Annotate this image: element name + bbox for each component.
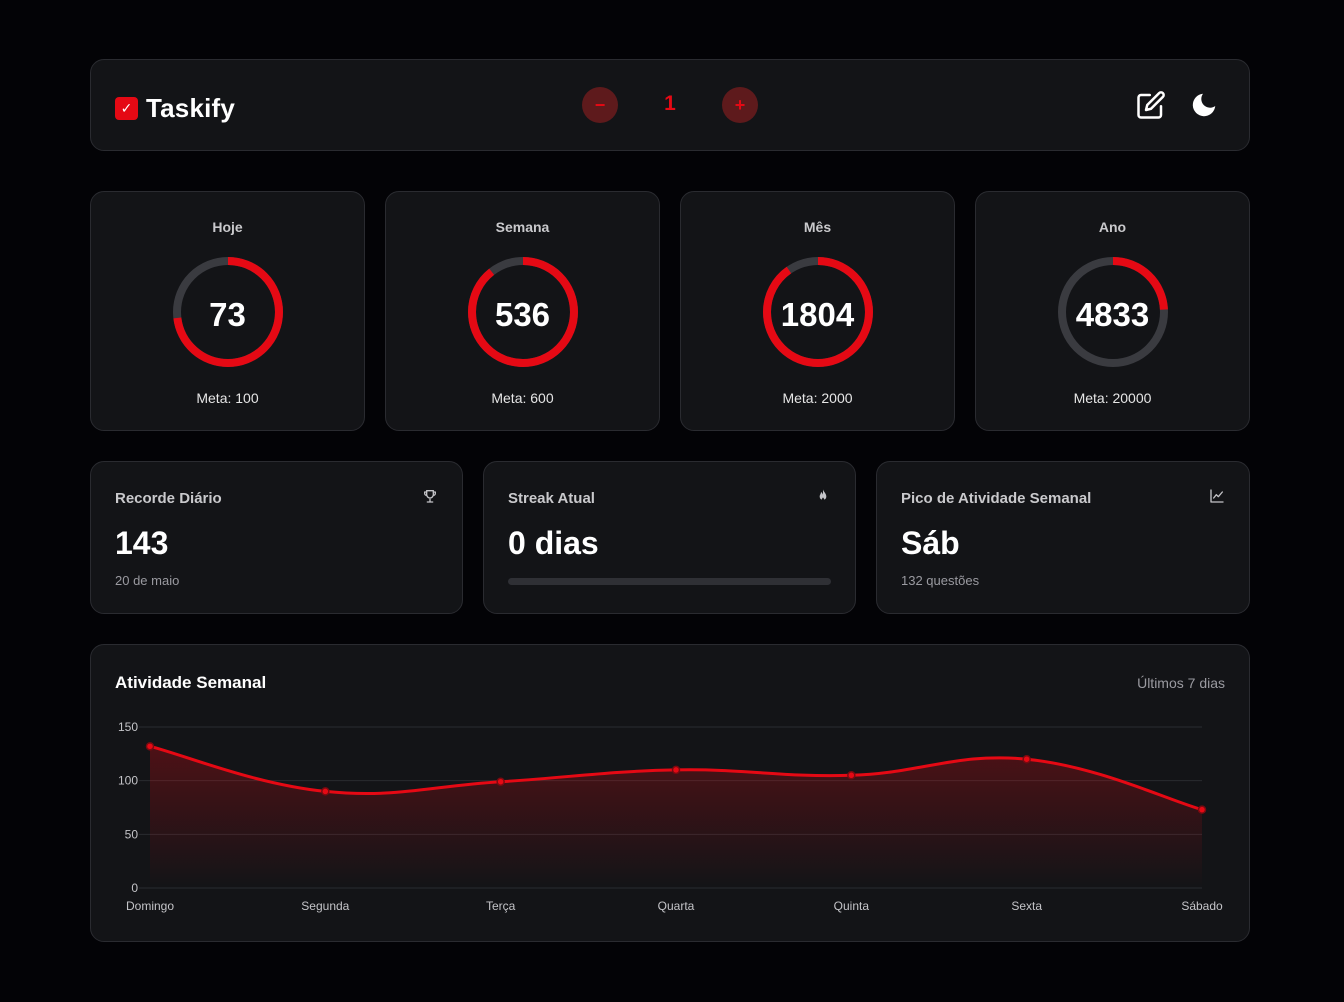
x-tick-label: Quarta (658, 899, 695, 913)
increment-button[interactable]: + (722, 87, 758, 123)
brand: ✓ Taskify (115, 93, 235, 124)
peak-value: Sáb (901, 525, 960, 561)
counter-value: 1 (664, 92, 676, 115)
goal-value: 73 (209, 296, 246, 333)
data-point (847, 771, 856, 780)
header-bar: ✓ Taskify − 1 + (90, 59, 1250, 151)
goal-card-semana: Semana 536 Meta: 600 (385, 191, 660, 431)
goal-meta: Meta: 20000 (1073, 390, 1152, 406)
data-point (145, 742, 155, 751)
goal-value: 4833 (1075, 296, 1150, 333)
trending-up-icon (1209, 488, 1225, 504)
goal-card-ano: Ano 4833 Meta: 20000 (975, 191, 1250, 431)
streak-label: Streak Atual (508, 490, 595, 507)
goal-label: Semana (495, 219, 550, 235)
y-tick-label: 150 (118, 720, 138, 734)
goal-card-hoje: Hoje 73 Meta: 100 (90, 191, 365, 431)
y-tick-label: 0 (131, 881, 138, 895)
data-point (671, 765, 681, 775)
goal-value: 1804 (780, 296, 855, 333)
streak-progress-bar (508, 578, 831, 585)
weekly-activity-card: Atividade Semanal Últimos 7 dias 0 50 100 1… (90, 644, 1250, 942)
goal-meta: Meta: 600 (491, 390, 554, 406)
goal-label: Hoje (212, 219, 243, 235)
edit-icon[interactable] (1136, 90, 1166, 120)
goal-label: Mês (803, 219, 832, 235)
y-tick-label: 50 (125, 827, 139, 841)
checkbox-logo-icon: ✓ (115, 97, 138, 120)
goal-label: Ano (1098, 219, 1127, 235)
x-tick-label: Segunda (301, 899, 349, 913)
record-value: 143 (115, 525, 169, 561)
data-point (496, 777, 505, 786)
y-tick-label: 100 (118, 774, 138, 788)
x-tick-label: Sexta (1011, 899, 1042, 913)
moon-icon[interactable] (1189, 90, 1219, 120)
data-point (1197, 805, 1207, 814)
data-point (321, 787, 330, 796)
peak-card: Pico de Atividade Semanal Sáb 132 questõ… (876, 461, 1250, 614)
record-card: Recorde Diário 143 20 de maio (90, 461, 463, 614)
peak-label: Pico de Atividade Semanal (901, 490, 1092, 507)
decrement-button[interactable]: − (582, 87, 618, 123)
x-tick-label: Quinta (834, 899, 870, 913)
goal-meta: Meta: 2000 (782, 390, 853, 406)
streak-value: 0 dias (508, 525, 599, 561)
goal-value: 536 (494, 296, 551, 333)
record-date: 20 de maio (115, 573, 180, 588)
record-label: Recorde Diário (115, 490, 222, 507)
trophy-icon (422, 488, 438, 504)
x-tick-label: Terça (486, 899, 516, 913)
peak-count: 132 questões (901, 573, 980, 588)
counter-stepper: − 1 + (582, 87, 760, 125)
data-point (1022, 754, 1031, 764)
streak-card: Streak Atual 0 dias (483, 461, 856, 614)
goal-card-mes: Mês 1804 Meta: 2000 (680, 191, 955, 431)
x-tick-label: Sábado (1181, 899, 1223, 913)
flame-icon (815, 488, 831, 504)
weekly-activity-chart: 0 50 100 150 Domingo Segunda Terça Quarta Quinta… (118, 720, 1223, 913)
app-title: Taskify (146, 93, 236, 123)
goal-meta: Meta: 100 (196, 390, 259, 406)
x-tick-label: Domingo (126, 899, 174, 913)
